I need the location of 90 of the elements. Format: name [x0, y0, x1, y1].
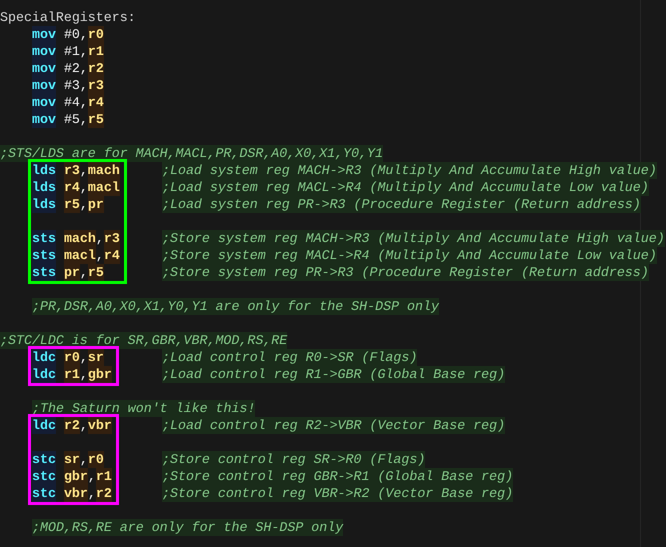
register-operand: r0 [64, 349, 80, 366]
operand-separator: , [80, 451, 88, 468]
operand-separator: , [80, 349, 88, 366]
immediate-operand: #4 [64, 94, 80, 111]
instruction-mnemonic: mov [32, 26, 56, 43]
immediate-operand: #5 [64, 111, 80, 128]
operand-separator: , [80, 94, 88, 111]
register-operand: gbr [64, 468, 88, 485]
operand-separator: , [80, 196, 88, 213]
register-operand: r4 [88, 94, 104, 111]
instruction-mnemonic: lds [32, 162, 56, 179]
register-operand: r5 [64, 196, 80, 213]
immediate-operand: #0 [64, 26, 80, 43]
immediate-operand: #3 [64, 77, 80, 94]
code-comment: ;Store system reg PR->R3 (Procedure Register (Return address) [162, 264, 649, 281]
instruction-mnemonic: ldc [32, 417, 56, 434]
register-operand: macl [64, 247, 96, 264]
code-comment: ;Store control reg GBR->R1 (Global Base reg) [162, 468, 514, 485]
immediate-operand: #2 [64, 60, 80, 77]
register-operand: r1 [64, 366, 80, 383]
code-comment: ;Load systen reg PR->R3 (Procedure Register (Return address) [162, 196, 641, 213]
register-operand: r5 [88, 264, 104, 281]
code-comment: ;Store system reg MACH->R3 (Multiply And Accumulate High value) [162, 230, 665, 247]
register-operand: r1 [96, 468, 112, 485]
operand-separator: , [96, 230, 104, 247]
operand-separator: , [80, 111, 88, 128]
instruction-mnemonic: ldc [32, 366, 56, 383]
instruction-mnemonic: mov [32, 94, 56, 111]
register-operand: mach [64, 230, 96, 247]
instruction-mnemonic: lds [32, 196, 56, 213]
instruction-mnemonic: sts [32, 230, 56, 247]
register-operand: sr [88, 349, 104, 366]
register-operand: r3 [64, 162, 80, 179]
operand-separator: , [80, 366, 88, 383]
operand-separator: , [80, 179, 88, 196]
code-comment: ;Store control reg VBR->R2 (Vector Base reg) [162, 485, 514, 502]
operand-separator: , [88, 485, 96, 502]
register-operand: r5 [88, 111, 104, 128]
register-operand: gbr [88, 366, 112, 383]
code-comment: ;STS/LDS are for MACH,MACL,PR,DSR,A0,X0,X1,Y0,Y1 [0, 145, 384, 162]
code-comment: ;Load system reg MACL->R4 (Multiply And Accumulate Low value) [162, 179, 649, 196]
register-operand: r0 [88, 26, 104, 43]
instruction-mnemonic: stc [32, 485, 56, 502]
operand-separator: , [80, 264, 88, 281]
code-comment: ;Load control reg R0->SR (Flags) [162, 349, 418, 366]
operand-separator: , [80, 26, 88, 43]
code-comment: ;Store system reg MACL->R4 (Multiply And Accumulate Low value) [162, 247, 657, 264]
register-operand: vbr [88, 417, 112, 434]
code-comment: ;Load control reg R1->GBR (Global Base reg) [162, 366, 506, 383]
register-operand: pr [88, 196, 104, 213]
operand-separator: , [80, 77, 88, 94]
instruction-mnemonic: stc [32, 468, 56, 485]
register-operand: mach [88, 162, 120, 179]
operand-separator: , [80, 43, 88, 60]
register-operand: r2 [64, 417, 80, 434]
instruction-mnemonic: ldc [32, 349, 56, 366]
instruction-mnemonic: sts [32, 264, 56, 281]
register-operand: r1 [88, 43, 104, 60]
code-comment: ;The Saturn won't like this! [32, 400, 256, 417]
register-operand: vbr [64, 485, 88, 502]
code-comment: ;MOD,RS,RE are only for the SH-DSP only [32, 519, 344, 536]
instruction-mnemonic: mov [32, 111, 56, 128]
code-comment: ;PR,DSR,A0,X0,X1,Y0,Y1 are only for the SH-DSP only [32, 298, 439, 315]
instruction-mnemonic: mov [32, 77, 56, 94]
code-label: SpecialRegisters: [0, 9, 136, 26]
immediate-operand: #1 [64, 43, 80, 60]
instruction-mnemonic: lds [32, 179, 56, 196]
code-comment: ;STC/LDC is for SR,GBR,VBR,MOD,RS,RE [0, 332, 288, 349]
register-operand: r4 [104, 247, 120, 264]
code-comment: ;Load system reg MACH->R3 (Multiply And Accumulate High value) [162, 162, 657, 179]
instruction-mnemonic: sts [32, 247, 56, 264]
register-operand: sr [64, 451, 80, 468]
operand-separator: , [80, 60, 88, 77]
code-comment: ;Load control reg R2->VBR (Vector Base reg) [162, 417, 506, 434]
register-operand: pr [64, 264, 80, 281]
instruction-mnemonic: mov [32, 43, 56, 60]
register-operand: r4 [64, 179, 80, 196]
register-operand: macl [88, 179, 120, 196]
register-operand: r2 [96, 485, 112, 502]
register-operand: r3 [104, 230, 120, 247]
operand-separator: , [80, 417, 88, 434]
operand-separator: , [96, 247, 104, 264]
instruction-mnemonic: stc [32, 451, 56, 468]
operand-separator: , [80, 162, 88, 179]
operand-separator: , [88, 468, 96, 485]
code-comment: ;Store control reg SR->R0 (Flags) [162, 451, 426, 468]
register-operand: r3 [88, 77, 104, 94]
register-operand: r2 [88, 60, 104, 77]
register-operand: r0 [88, 451, 104, 468]
instruction-mnemonic: mov [32, 60, 56, 77]
